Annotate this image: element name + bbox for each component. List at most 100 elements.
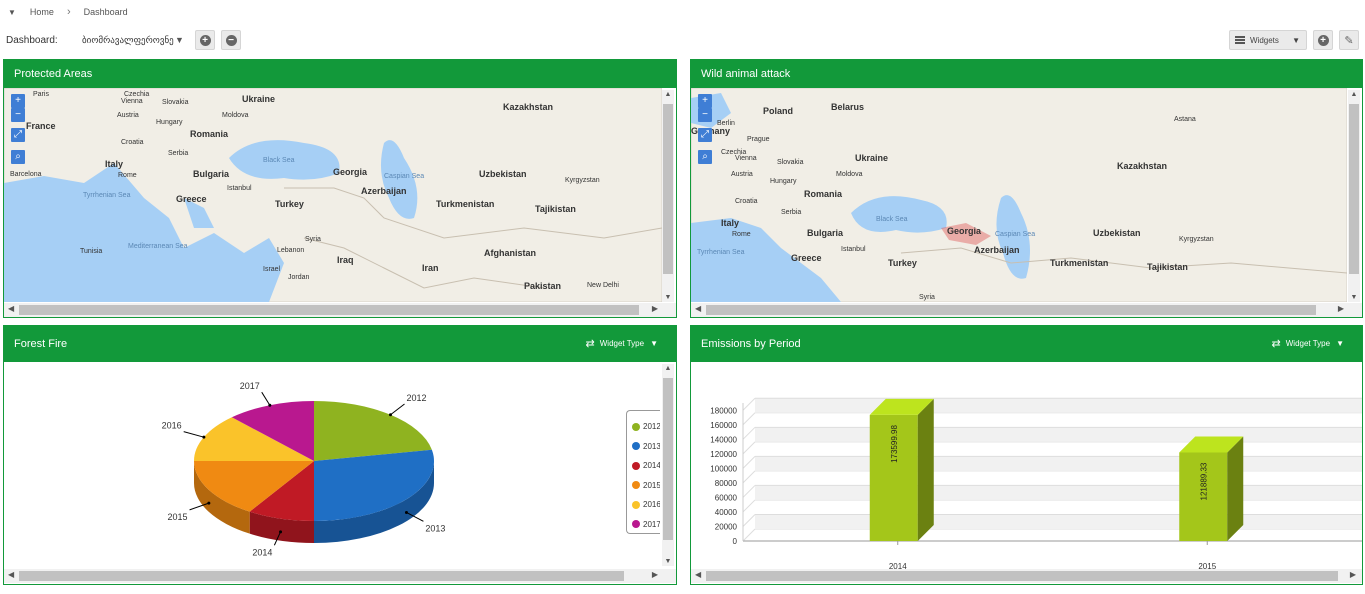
vertical-scrollbar[interactable]: ▲ ▼	[662, 364, 674, 566]
pie-data-label: 2013	[425, 523, 445, 533]
edit-button[interactable]: ✎	[1339, 30, 1359, 50]
legend-item[interactable]: 2015	[632, 476, 660, 496]
map-tiles: Poland Belarus Germany Czechia Slovakia …	[691, 88, 1347, 302]
map-label: Slovakia	[162, 99, 189, 106]
map-label: Tajikistan	[535, 204, 576, 214]
zoom-in-button[interactable]: +	[698, 94, 712, 108]
legend-item[interactable]: 2014	[632, 456, 660, 476]
horizontal-scrollbar[interactable]: ◀ ▶	[691, 303, 1362, 317]
grid-band	[755, 514, 1362, 529]
add-dashboard-button[interactable]: +	[195, 30, 215, 50]
map-label: Georgia	[947, 226, 982, 236]
grid-line	[742, 485, 756, 498]
map-label: Afghanistan	[484, 248, 536, 258]
grid-line	[742, 412, 756, 426]
map-label: Tyrrhenian Sea	[697, 249, 745, 256]
caret-down-icon[interactable]: ▼	[175, 35, 184, 45]
horizontal-scrollbar[interactable]: ◀ ▶	[4, 569, 676, 583]
map-label: Croatia	[735, 198, 758, 205]
widget-type-button[interactable]: ⇄ Widget Type ▼	[578, 331, 666, 355]
y-tick-label: 60000	[715, 493, 738, 502]
map-label: Greece	[791, 253, 822, 263]
caret-down-icon[interactable]: ▼	[8, 8, 16, 17]
fullscreen-icon[interactable]: ⤢	[11, 128, 25, 142]
y-tick-label: 80000	[715, 479, 738, 488]
map-label: Istanbul	[227, 185, 252, 192]
map-label: Serbia	[168, 150, 188, 157]
map-label: Istanbul	[841, 246, 866, 253]
map[interactable]: Ukraine Kazakhstan France Romania Italy …	[4, 88, 662, 302]
map-label: Black Sea	[263, 157, 295, 164]
widget-header: Protected Areas	[4, 60, 676, 88]
zoom-in-button[interactable]: +	[11, 94, 25, 108]
chart-legend: 2012 2013 2014 2015 2016 2017	[626, 410, 660, 534]
map-label: Bulgaria	[193, 169, 230, 179]
add-widget-button[interactable]: +	[1313, 30, 1333, 50]
pie-data-label: 2017	[240, 381, 260, 391]
map-label: Berlin	[717, 120, 735, 127]
grid-line	[742, 470, 756, 484]
y-tick-label: 180000	[710, 406, 737, 415]
vertical-scrollbar[interactable]: ▲ ▼	[1348, 90, 1360, 302]
map-label: Georgia	[333, 167, 368, 177]
map-label: Czechia	[124, 91, 149, 98]
y-tick-label: 20000	[715, 522, 738, 531]
map-label: Israel	[263, 266, 281, 273]
list-icon	[1235, 36, 1245, 44]
pie-data-label: 2016	[162, 421, 182, 431]
widget-title: Emissions by Period	[701, 338, 801, 350]
pie-data-label: 2015	[168, 512, 188, 522]
map-label: Italy	[721, 218, 739, 228]
widget-title: Protected Areas	[14, 68, 93, 80]
map-label: Rome	[732, 231, 751, 238]
map-label: Austria	[731, 171, 753, 178]
widget-type-button[interactable]: ⇄ Widget Type ▼	[1264, 331, 1352, 355]
horizontal-scrollbar[interactable]: ◀ ▶	[4, 303, 676, 317]
map-tiles: Ukraine Kazakhstan France Romania Italy …	[4, 88, 662, 302]
search-icon[interactable]: ⌕	[698, 150, 712, 164]
grid-line	[742, 397, 756, 411]
map-label: Barcelona	[10, 171, 42, 178]
legend-item[interactable]: 2016	[632, 495, 660, 515]
dashboard-select[interactable]: ბიომრავალფეროვნე	[82, 35, 174, 46]
map-label: Turkmenistan	[1050, 258, 1108, 268]
search-icon[interactable]: ⌕	[11, 150, 25, 164]
zoom-out-button[interactable]: −	[698, 108, 712, 122]
map-label: New Delhi	[587, 282, 619, 289]
map-label: Kyrgyzstan	[565, 177, 600, 184]
horizontal-scrollbar[interactable]: ◀ ▶	[691, 569, 1362, 583]
map-label: Azerbaijan	[974, 245, 1020, 255]
map-label: Black Sea	[876, 216, 908, 223]
widget-forest-fire: Forest Fire ⇄ Widget Type ▼ 2012 2013 2014…	[3, 325, 677, 585]
fullscreen-icon[interactable]: ⤢	[698, 128, 712, 142]
widgets-dropdown-button[interactable]: Widgets ▼	[1229, 30, 1307, 50]
breadcrumb-home[interactable]: Home	[30, 7, 54, 17]
remove-dashboard-button[interactable]: −	[221, 30, 241, 50]
dashboard-toolbar: Dashboard: ბიომრავალფეროვნე ▼ + − Widget…	[0, 28, 1365, 54]
map[interactable]: Poland Belarus Germany Czechia Slovakia …	[691, 88, 1347, 302]
vertical-scrollbar[interactable]: ▲ ▼	[662, 90, 674, 302]
grid-line	[742, 514, 756, 527]
map-label: Lebanon	[277, 247, 304, 254]
pencil-icon: ✎	[1344, 34, 1354, 47]
map-label: Caspian Sea	[995, 231, 1035, 238]
map-label: Tajikistan	[1147, 262, 1188, 272]
map-label: Vienna	[121, 98, 143, 105]
grid-band	[755, 398, 1362, 413]
map-label: Serbia	[781, 209, 801, 216]
widget-wild-animal-attack: Wild animal attack Poland Belarus German…	[690, 59, 1363, 318]
legend-item[interactable]: 2012	[632, 417, 660, 437]
map-label: Rome	[118, 172, 137, 179]
zoom-out-button[interactable]: −	[11, 108, 25, 122]
legend-item[interactable]: 2013	[632, 437, 660, 457]
map-label: Jordan	[288, 274, 310, 281]
map-label: Tyrrhenian Sea	[83, 192, 131, 199]
widget-protected-areas: Protected Areas Ukraine Kazakhstan Franc…	[3, 59, 677, 318]
swap-icon: ⇄	[585, 337, 595, 350]
legend-item[interactable]: 2017	[632, 515, 660, 535]
map-label: Syria	[919, 294, 935, 301]
map-label: Bulgaria	[807, 228, 844, 238]
map-label: France	[26, 121, 56, 131]
widget-type-label: Widget Type	[1285, 338, 1331, 348]
map-label: Romania	[804, 189, 843, 199]
